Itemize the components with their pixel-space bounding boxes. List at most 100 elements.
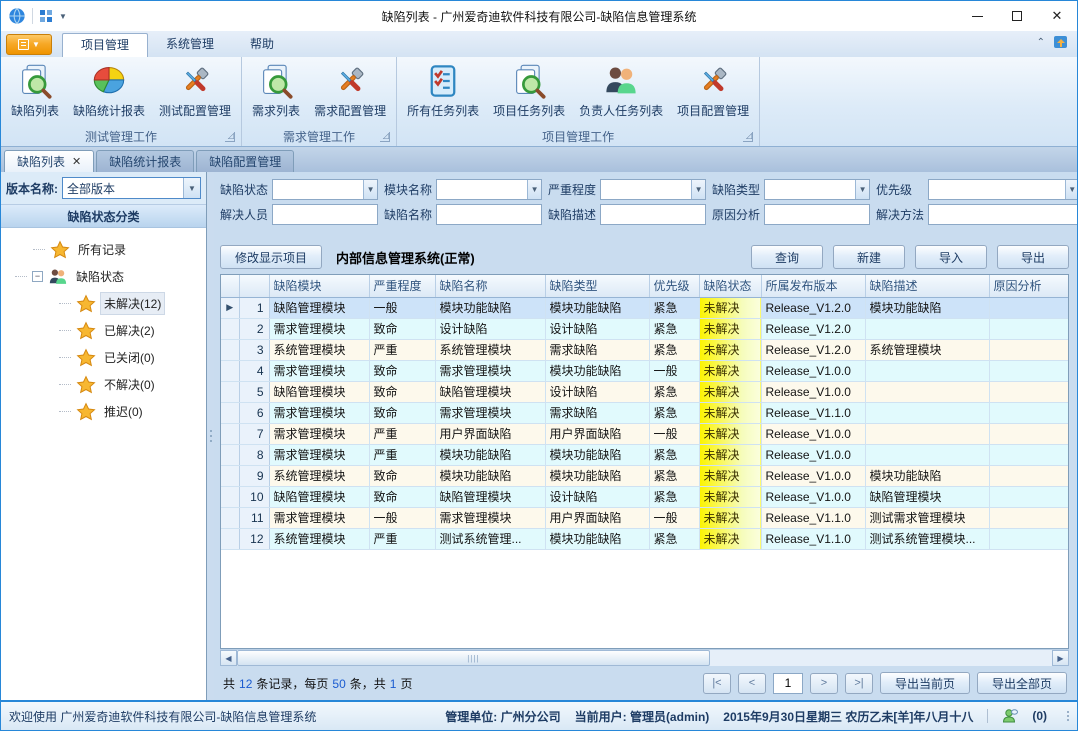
cell[interactable]: 缺陷管理模块	[435, 381, 545, 402]
cell[interactable]: 模块功能缺陷	[545, 528, 649, 549]
tree-item[interactable]: 未解决(12)	[1, 290, 206, 317]
cell[interactable]: 紧急	[649, 339, 699, 360]
filter-value-input[interactable]	[437, 205, 541, 224]
cell[interactable]: Release_V1.0.0	[761, 465, 865, 486]
ribbon-button[interactable]: 缺陷列表	[4, 59, 66, 121]
cell[interactable]: 紧急	[649, 318, 699, 339]
column-header[interactable]: 缺陷名称	[435, 275, 545, 297]
row-indicator[interactable]	[221, 528, 239, 549]
cell[interactable]: 严重	[369, 444, 435, 465]
chevron-down-icon[interactable]: ▼	[527, 180, 541, 199]
ribbon-tab-3[interactable]: 帮助	[232, 33, 292, 57]
filter-combobox[interactable]: ▼	[928, 179, 1078, 200]
tree-item[interactable]: −缺陷状态	[1, 263, 206, 290]
filter-value-input[interactable]	[601, 180, 691, 199]
table-row[interactable]: 12系统管理模块严重测试系统管理...模块功能缺陷紧急未解决Release_V1…	[221, 528, 1069, 549]
filter-input[interactable]	[764, 204, 870, 225]
table-row[interactable]: 4需求管理模块致命需求管理模块模块功能缺陷一般未解决Release_V1.0.0	[221, 360, 1069, 381]
cell[interactable]: 严重	[369, 339, 435, 360]
cell[interactable]: 紧急	[649, 465, 699, 486]
cell[interactable]: Release_V1.0.0	[761, 360, 865, 381]
cell[interactable]	[989, 360, 1069, 381]
column-header[interactable]: 缺陷类型	[545, 275, 649, 297]
column-header[interactable]: 缺陷描述	[865, 275, 989, 297]
filter-combobox[interactable]: ▼	[764, 179, 870, 200]
filter-value-input[interactable]	[929, 180, 1065, 199]
version-combobox[interactable]: 全部版本 ▼	[62, 177, 201, 199]
cell[interactable]: 模块功能缺陷	[545, 444, 649, 465]
ribbon-style-icon[interactable]	[1053, 34, 1069, 50]
cell[interactable]: 系统管理模块	[865, 339, 989, 360]
row-indicator[interactable]: ▶	[221, 297, 239, 318]
cell[interactable]: 模块功能缺陷	[545, 360, 649, 381]
filter-value-input[interactable]	[273, 205, 377, 224]
cell[interactable]	[989, 444, 1069, 465]
row-indicator[interactable]	[221, 381, 239, 402]
column-header[interactable]: 缺陷模块	[269, 275, 369, 297]
export-all-pages-button[interactable]: 导出全部页	[977, 672, 1067, 694]
cell[interactable]	[865, 402, 989, 423]
tree-item[interactable]: 已关闭(0)	[1, 344, 206, 371]
cell[interactable]: Release_V1.2.0	[761, 339, 865, 360]
cell[interactable]	[865, 423, 989, 444]
cell[interactable]: 测试需求管理模块	[865, 507, 989, 528]
row-number[interactable]: 3	[239, 339, 269, 360]
cell[interactable]: 系统管理模块	[435, 339, 545, 360]
tree-item[interactable]: 所有记录	[1, 236, 206, 263]
chevron-down-icon[interactable]: ▼	[691, 180, 705, 199]
table-row[interactable]: 11需求管理模块一般需求管理模块用户界面缺陷一般未解决Release_V1.1.…	[221, 507, 1069, 528]
close-tab-icon[interactable]: ✕	[72, 152, 81, 172]
table-row[interactable]: 5缺陷管理模块致命缺陷管理模块设计缺陷紧急未解决Release_V1.0.0	[221, 381, 1069, 402]
cell[interactable]: Release_V1.2.0	[761, 297, 865, 318]
row-indicator[interactable]	[221, 360, 239, 381]
cell[interactable]: 需求管理模块	[435, 360, 545, 381]
cell[interactable]: 致命	[369, 402, 435, 423]
cell[interactable]: Release_V1.0.0	[761, 486, 865, 507]
table-row[interactable]: 2需求管理模块致命设计缺陷设计缺陷紧急未解决Release_V1.2.0	[221, 318, 1069, 339]
filter-value-input[interactable]	[437, 180, 527, 199]
cell[interactable]: 模块功能缺陷	[435, 444, 545, 465]
filter-input[interactable]	[928, 204, 1078, 225]
row-number[interactable]: 12	[239, 528, 269, 549]
scroll-left-icon[interactable]: ◀	[220, 650, 237, 666]
cell[interactable]: 致命	[369, 465, 435, 486]
filter-value-input[interactable]	[765, 205, 869, 224]
row-number[interactable]: 8	[239, 444, 269, 465]
ribbon-tab-1[interactable]: 项目管理	[62, 33, 148, 57]
app-icon[interactable]	[8, 7, 26, 25]
cell[interactable]: 致命	[369, 360, 435, 381]
cell[interactable]: 用户界面缺陷	[545, 507, 649, 528]
toolbar-button-新建[interactable]: 新建	[833, 245, 905, 269]
cell[interactable]: 用户界面缺陷	[545, 423, 649, 444]
cell[interactable]: 未解决	[699, 402, 761, 423]
row-number[interactable]: 7	[239, 423, 269, 444]
row-indicator[interactable]	[221, 507, 239, 528]
ribbon-button[interactable]: 需求列表	[245, 59, 307, 121]
chevron-down-icon[interactable]: ▼	[855, 180, 869, 199]
close-button[interactable]: ✕	[1037, 1, 1077, 31]
cell[interactable]	[989, 318, 1069, 339]
cell[interactable]	[989, 402, 1069, 423]
ribbon-tab-2[interactable]: 系统管理	[148, 33, 232, 57]
cell[interactable]	[989, 465, 1069, 486]
cell[interactable]: 系统管理模块	[269, 465, 369, 486]
cell[interactable]: 需求缺陷	[545, 402, 649, 423]
cell[interactable]: 设计缺陷	[545, 318, 649, 339]
cell[interactable]: 未解决	[699, 360, 761, 381]
row-number[interactable]: 6	[239, 402, 269, 423]
cell[interactable]: Release_V1.1.0	[761, 507, 865, 528]
cell[interactable]: 严重	[369, 423, 435, 444]
cell[interactable]: 一般	[649, 360, 699, 381]
cell[interactable]	[865, 381, 989, 402]
cell[interactable]: 设计缺陷	[545, 486, 649, 507]
filter-value-input[interactable]	[765, 180, 855, 199]
toolbar-button-导出[interactable]: 导出	[997, 245, 1069, 269]
dialog-launcher-icon[interactable]: ◿	[225, 132, 235, 142]
cell[interactable]: 系统管理模块	[269, 339, 369, 360]
row-number[interactable]: 4	[239, 360, 269, 381]
ribbon-button[interactable]: 需求配置管理	[307, 59, 393, 121]
cell[interactable]: 缺陷管理模块	[865, 486, 989, 507]
cell[interactable]: 测试系统管理模块...	[865, 528, 989, 549]
quick-access-dropdown-icon[interactable]: ▼	[59, 12, 67, 21]
row-indicator[interactable]	[221, 465, 239, 486]
